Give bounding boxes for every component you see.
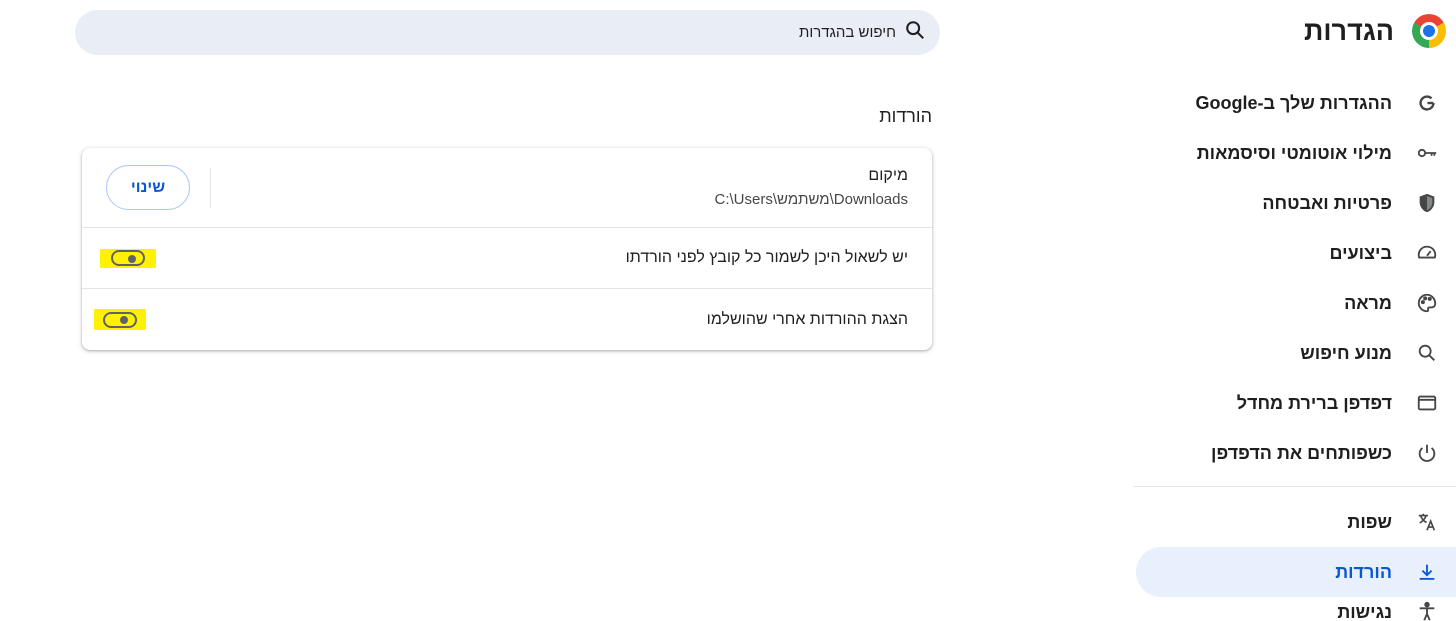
show-downloads-toggle[interactable]	[103, 311, 137, 328]
sidebar-item-languages[interactable]: שפות	[1134, 497, 1456, 547]
location-label: מיקום	[868, 167, 908, 184]
ask-where-to-save-row[interactable]: יש לשאול היכן לשמור כל קובץ לפני הורדתו	[82, 228, 932, 289]
toggle-wrap	[94, 309, 146, 330]
page-title: הגדרות	[1304, 15, 1394, 46]
sidebar-item-default-browser[interactable]: דפדפן ברירת מחדל	[1134, 378, 1456, 428]
browser-window-icon	[1414, 390, 1440, 416]
sidebar-item-label: מילוי אוטומטי וסיסמאות	[1196, 142, 1392, 163]
change-location-button[interactable]: שינוי	[106, 165, 190, 210]
sidebar-item-appearance[interactable]: מראה	[1134, 278, 1456, 328]
sidebar-item-downloads[interactable]: הורדות	[1136, 547, 1456, 597]
key-icon	[1414, 140, 1440, 166]
location-actions: שינוי	[106, 165, 211, 210]
yellow-highlight	[94, 309, 146, 330]
location-info: מיקום C:\Users\משתמש\Downloads	[715, 167, 909, 208]
download-icon	[1414, 559, 1440, 585]
sidebar: ההגדרות שלך ב-Google מילוי אוטומטי וסיסמ…	[1134, 78, 1456, 621]
sidebar-item-on-startup[interactable]: כשפותחים את הדפדפן	[1134, 428, 1456, 478]
search-icon	[1414, 340, 1440, 366]
downloads-card: מיקום C:\Users\משתמש\Downloads שינוי יש …	[82, 148, 932, 350]
sidebar-item-label: ההגדרות שלך ב-Google	[1195, 92, 1392, 113]
toggle-knob	[120, 316, 128, 324]
sidebar-item-privacy[interactable]: פרטיות ואבטחה	[1134, 178, 1456, 228]
sidebar-item-label: מראה	[1344, 292, 1392, 313]
show-downloads-label: הצגת ההורדות אחרי שהושלמו	[706, 310, 908, 328]
settings-header: הגדרות	[1304, 14, 1446, 48]
toggle-knob	[128, 254, 136, 263]
palette-icon	[1414, 290, 1440, 316]
shield-icon	[1414, 190, 1440, 216]
show-downloads-row[interactable]: הצגת ההורדות אחרי שהושלמו	[82, 289, 932, 350]
yellow-highlight	[100, 248, 156, 268]
sidebar-item-label: דפדפן ברירת מחדל	[1236, 392, 1392, 413]
chrome-logo-icon	[1412, 14, 1446, 48]
location-path: C:\Users\משתמש\Downloads	[714, 191, 909, 208]
sidebar-item-autofill[interactable]: מילוי אוטומטי וסיסמאות	[1134, 128, 1456, 178]
sidebar-item-search-engine[interactable]: מנוע חיפוש	[1134, 328, 1456, 378]
ask-where-to-save-toggle[interactable]	[111, 250, 145, 266]
search-icon	[904, 19, 926, 46]
sidebar-item-label: ביצועים	[1329, 242, 1392, 263]
translate-icon	[1414, 509, 1440, 535]
sidebar-item-label: נגישות	[1337, 601, 1392, 621]
sidebar-item-google[interactable]: ההגדרות שלך ב-Google	[1134, 78, 1456, 128]
ask-where-to-save-label: יש לשאול היכן לשמור כל קובץ לפני הורדתו	[625, 249, 908, 266]
sidebar-item-accessibility[interactable]: נגישות	[1134, 597, 1456, 621]
section-title: הורדות	[879, 106, 932, 126]
settings-search[interactable]	[75, 10, 940, 55]
vertical-divider	[210, 167, 211, 208]
location-row: מיקום C:\Users\משתמש\Downloads שינוי	[82, 148, 932, 228]
sidebar-item-label: פרטיות ואבטחה	[1262, 192, 1392, 213]
search-input[interactable]	[196, 24, 896, 41]
sidebar-item-label: מנוע חיפוש	[1300, 342, 1392, 363]
settings-page: הגדרות ההגדרות שלך ב-Google מילוי אוטומט…	[0, 0, 1456, 621]
toggle-wrap	[100, 248, 156, 268]
sidebar-item-label: הורדות	[1335, 561, 1392, 582]
speedometer-icon	[1414, 240, 1440, 266]
google-g-icon	[1414, 90, 1440, 116]
sidebar-divider	[1134, 486, 1456, 487]
power-icon	[1414, 440, 1440, 466]
sidebar-item-performance[interactable]: ביצועים	[1134, 228, 1456, 278]
sidebar-item-label: שפות	[1347, 511, 1392, 532]
sidebar-item-label: כשפותחים את הדפדפן	[1211, 442, 1392, 463]
accessibility-icon	[1414, 599, 1440, 621]
